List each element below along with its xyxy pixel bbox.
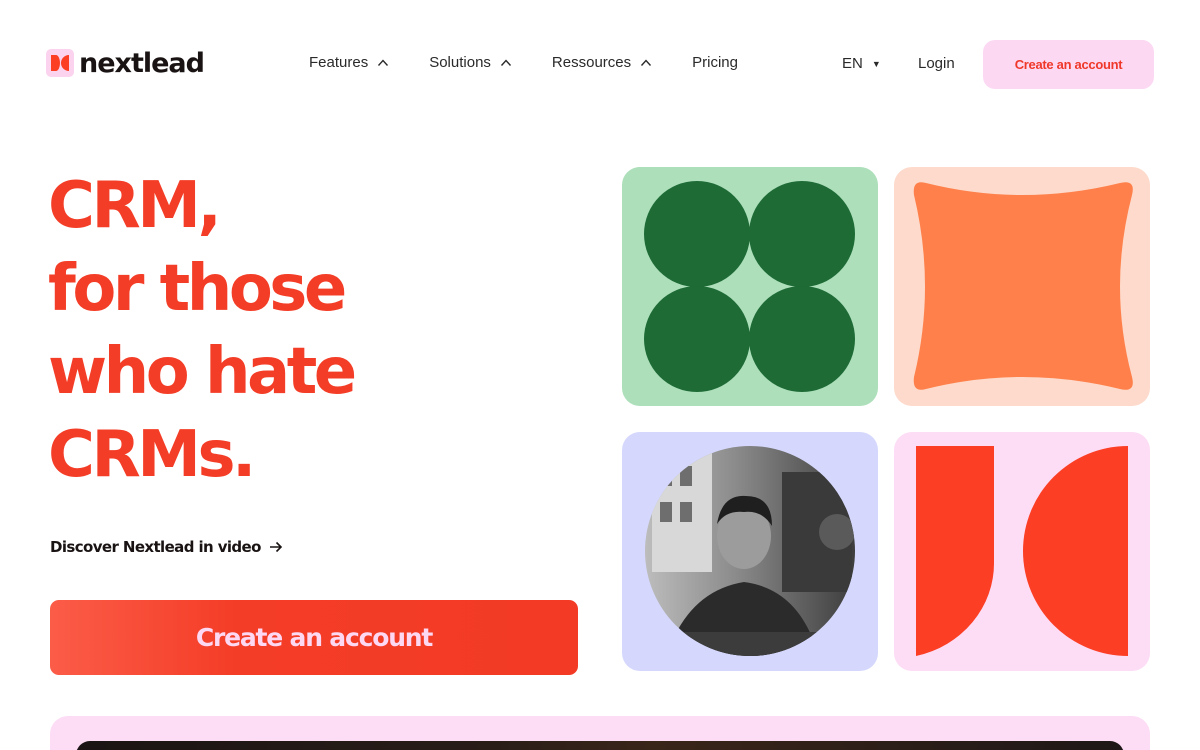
discover-video-link[interactable]: Discover Nextlead in video xyxy=(50,538,283,556)
logo-shape-tile xyxy=(894,432,1150,671)
site-header: nextlead Features Solutions Ressources P… xyxy=(0,0,1200,128)
hero-headline-line: CRMs. xyxy=(48,418,256,492)
pillow-shape-tile xyxy=(894,167,1150,406)
nav-solutions[interactable]: Solutions xyxy=(429,54,512,71)
four-circles-tile xyxy=(622,167,878,406)
video-section xyxy=(50,716,1150,750)
video-player[interactable] xyxy=(76,741,1124,750)
nav-solutions-label: Solutions xyxy=(429,54,491,71)
brand-name: nextlead xyxy=(79,47,205,79)
hero-headline: CRM, for those who hate CRMs. xyxy=(48,165,568,497)
hero-headline-line: who hate xyxy=(48,335,357,409)
nav-ressources[interactable]: Ressources xyxy=(552,54,652,71)
main-nav: Features Solutions Ressources Pricing xyxy=(309,54,738,71)
header-create-account-button[interactable]: Create an account xyxy=(983,40,1154,89)
hero-headline-line: for those xyxy=(48,252,347,326)
four-circles-shape xyxy=(644,181,855,392)
chevron-up-icon xyxy=(641,58,652,66)
nav-features-label: Features xyxy=(309,54,369,71)
hero-headline-line: CRM, xyxy=(48,169,222,243)
chevron-up-icon xyxy=(500,58,511,66)
founder-photo-tile xyxy=(622,432,878,671)
nextlead-logo[interactable]: nextlead xyxy=(46,46,205,80)
hero-create-account-button[interactable]: Create an account xyxy=(50,600,578,675)
nav-features[interactable]: Features xyxy=(309,54,389,71)
discover-video-label: Discover Nextlead in video xyxy=(50,538,261,556)
nav-ressources-label: Ressources xyxy=(551,54,632,71)
caret-down-icon: ▼ xyxy=(871,58,881,69)
pillow-shape xyxy=(913,182,1133,390)
arrow-right-icon xyxy=(269,541,282,553)
logo-shape xyxy=(916,446,1128,656)
nav-pricing[interactable]: Pricing xyxy=(692,54,738,71)
nextlead-logo-icon xyxy=(46,49,74,77)
nav-pricing-label: Pricing xyxy=(692,54,738,71)
language-selector[interactable]: EN ▼ xyxy=(842,55,881,72)
founder-photo xyxy=(645,446,855,656)
language-label: EN xyxy=(842,55,863,72)
login-link[interactable]: Login xyxy=(918,55,955,72)
chevron-up-icon xyxy=(378,58,389,66)
